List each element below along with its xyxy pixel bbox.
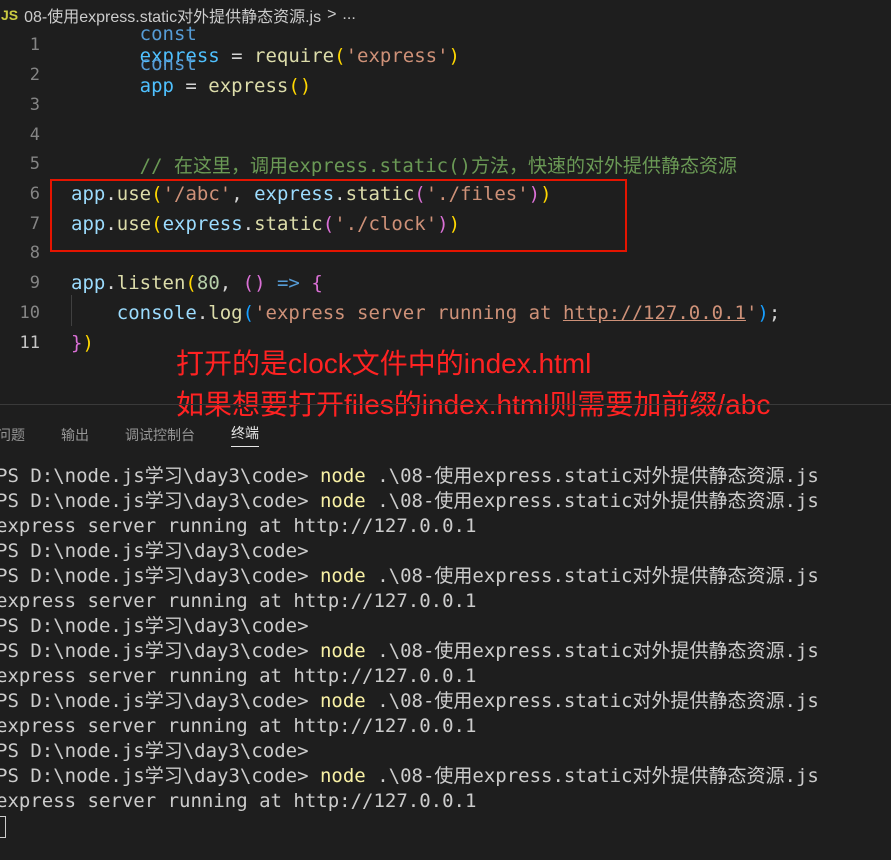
paren: (	[242, 302, 255, 324]
terminal-arg: .\08-使用express.static对外提供静态资源.js	[365, 565, 819, 587]
terminal-line: PS D:\node.js学习\day3\code> node .\08-使用e…	[0, 489, 891, 514]
paren: )	[82, 332, 94, 354]
tab-output[interactable]: 输出	[61, 425, 89, 445]
terminal-line	[0, 814, 891, 839]
number-literal: 80	[196, 272, 220, 294]
operator: .	[196, 302, 209, 324]
string-literal: '	[745, 302, 758, 324]
terminal-line: PS D:\node.js学习\day3\code>	[0, 615, 309, 637]
annotation-text-1: 打开的是clock文件中的index.html	[176, 348, 592, 379]
code-line-9[interactable]: 9 app.listen(80, () => {	[0, 268, 891, 298]
function-call: listen	[116, 272, 186, 294]
url-link[interactable]: http://127.0.0.1	[563, 302, 746, 324]
annotation-text-2: 如果想要打开files的index.html则需要加前缀/abc	[176, 389, 771, 420]
terminal-output[interactable]: PS D:\node.js学习\day3\code> node .\08-使用e…	[0, 464, 891, 839]
code-line-10[interactable]: 10 console.log('express server running a…	[0, 298, 891, 328]
js-file-icon: JS	[1, 7, 19, 23]
terminal-prompt: PS D:\node.js学习\day3\code>	[0, 640, 320, 662]
terminal-prompt: PS D:\node.js学习\day3\code>	[0, 565, 320, 587]
terminal-line: PS D:\node.js学习\day3\code> node .\08-使用e…	[0, 464, 891, 489]
keyword: const	[139, 53, 197, 75]
tab-terminal[interactable]: 终端	[231, 423, 259, 447]
annotation-highlight-box	[50, 179, 627, 252]
line-number: 10	[19, 303, 40, 323]
terminal-arg: .\08-使用express.static对外提供静态资源.js	[365, 465, 819, 487]
function-call: log	[208, 302, 243, 324]
terminal-line: PS D:\node.js学习\day3\code> node .\08-使用e…	[0, 764, 891, 789]
terminal-prompt: PS D:\node.js学习\day3\code>	[0, 465, 320, 487]
terminal-arg: .\08-使用express.static对外提供静态资源.js	[365, 640, 819, 662]
line-number: 3	[29, 95, 40, 115]
semicolon: ;	[768, 302, 781, 324]
panel-tabs: 问题 输出 调试控制台 终端	[0, 420, 295, 450]
line-number: 4	[29, 125, 40, 145]
identifier: console	[116, 302, 197, 324]
terminal-command: node	[319, 640, 366, 662]
operator: ,	[219, 272, 243, 294]
terminal-line: PS D:\node.js学习\day3\code> node .\08-使用e…	[0, 689, 891, 714]
line-number: 11	[19, 333, 40, 353]
terminal-command: node	[319, 465, 366, 487]
terminal-line: PS D:\node.js学习\day3\code> node .\08-使用e…	[0, 564, 891, 589]
paren: )	[757, 302, 769, 324]
terminal-command: node	[319, 690, 366, 712]
terminal-arg: .\08-使用express.static对外提供静态资源.js	[365, 490, 819, 512]
terminal-prompt: PS D:\node.js学习\day3\code>	[0, 490, 320, 512]
terminal-line: PS D:\node.js学习\day3\code> node .\08-使用e…	[0, 639, 891, 664]
terminal-command: node	[319, 565, 366, 587]
code-line-2[interactable]: 2 const app = express()	[0, 53, 891, 97]
terminal-line: express server running at http://127.0.0…	[0, 790, 477, 812]
terminal-line: express server running at http://127.0.0…	[0, 590, 477, 612]
brace: }	[71, 332, 83, 354]
line-number: 5	[29, 154, 40, 174]
terminal-line: PS D:\node.js学习\day3\code>	[0, 540, 309, 562]
terminal-line: express server running at http://127.0.0…	[0, 515, 477, 537]
terminal-cursor	[0, 815, 6, 838]
line-number: 9	[29, 273, 40, 293]
operator: .	[105, 272, 117, 294]
terminal-prompt: PS D:\node.js学习\day3\code>	[0, 690, 320, 712]
brace: {	[311, 272, 323, 294]
terminal-prompt: PS D:\node.js学习\day3\code>	[0, 765, 320, 787]
line-number: 1	[29, 35, 40, 55]
arrow-operator: =>	[265, 272, 312, 294]
code-comment: // 在这里，调用express.static()方法，快速的对外提供静态资源	[139, 154, 737, 177]
terminal-arg: .\08-使用express.static对外提供静态资源.js	[365, 765, 819, 787]
terminal-arg: .\08-使用express.static对外提供静态资源.js	[365, 690, 819, 712]
tab-problems[interactable]: 问题	[0, 425, 25, 445]
code-line-5[interactable]: 5 // 在这里，调用express.static()方法，快速的对外提供静态资…	[0, 149, 891, 179]
tab-debug-console[interactable]: 调试控制台	[125, 425, 195, 445]
terminal-line: PS D:\node.js学习\day3\code>	[0, 740, 309, 762]
panel-divider	[0, 404, 891, 405]
terminal-line: express server running at http://127.0.0…	[0, 665, 477, 687]
string-literal: 'express server running at	[254, 302, 563, 324]
terminal-command: node	[319, 765, 366, 787]
identifier: app	[71, 272, 106, 294]
code-line-3[interactable]: 3	[0, 90, 891, 120]
line-number: 2	[29, 65, 40, 85]
terminal-line: express server running at http://127.0.0…	[0, 715, 477, 737]
terminal-command: node	[319, 490, 366, 512]
indent-guide	[71, 295, 72, 326]
paren: (	[185, 272, 197, 294]
paren: ()	[242, 272, 266, 294]
